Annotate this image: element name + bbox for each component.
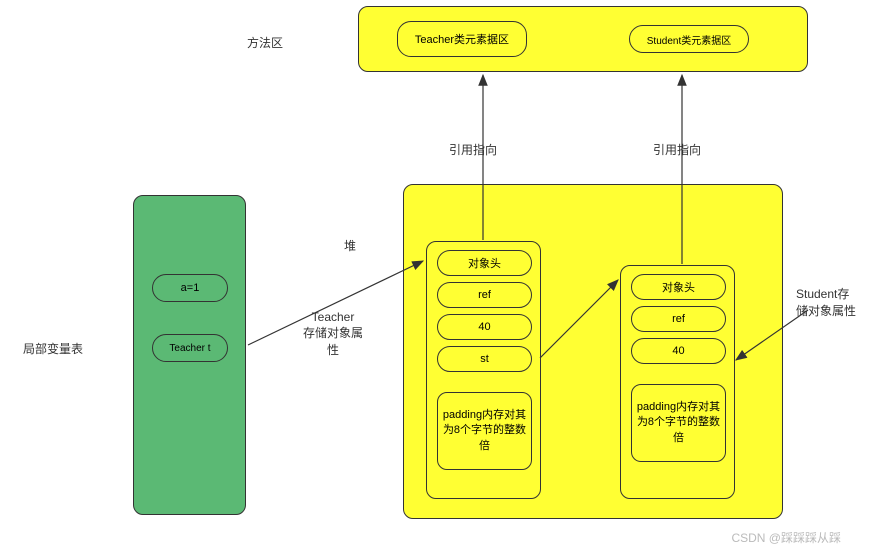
student-header: 对象头 [631,274,726,300]
teacher-store-label: Teacher 存储对象属性 [298,310,368,358]
teacher-padding: padding内存对其为8个字节的整数倍 [437,392,532,470]
ref-point-label-2: 引用指向 [653,141,701,158]
ref-point-label-1: 引用指向 [449,141,497,158]
student-metadata-box: Student类元素据区 [629,25,749,53]
teacher-header: 对象头 [437,250,532,276]
local-var-a: a=1 [152,274,228,302]
local-var-table-box: a=1 Teacher t [133,195,246,515]
method-area-label: 方法区 [247,34,283,51]
student-ref: ref [631,306,726,332]
student-padding: padding内存对其为8个字节的整数倍 [631,384,726,462]
heap-container: 对象头 ref 40 st padding内存对其为8个字节的整数倍 对象头 r… [403,184,783,519]
teacher-object: 对象头 ref 40 st padding内存对其为8个字节的整数倍 [426,241,541,499]
student-store-label: Student存储对象属性 [796,285,858,319]
teacher-val: 40 [437,314,532,340]
teacher-ref: ref [437,282,532,308]
watermark: CSDN @踩踩踩从踩 [731,529,841,546]
student-object: 对象头 ref 40 padding内存对其为8个字节的整数倍 [620,265,735,499]
method-area-container: Teacher类元素据区 Student类元素据区 [358,6,808,72]
teacher-metadata-box: Teacher类元素据区 [397,21,527,57]
local-var-teacher-t: Teacher t [152,334,228,362]
student-val: 40 [631,338,726,364]
local-var-table-label: 局部变量表 [23,340,83,357]
teacher-st: st [437,346,532,372]
heap-label: 堆 [344,237,356,254]
